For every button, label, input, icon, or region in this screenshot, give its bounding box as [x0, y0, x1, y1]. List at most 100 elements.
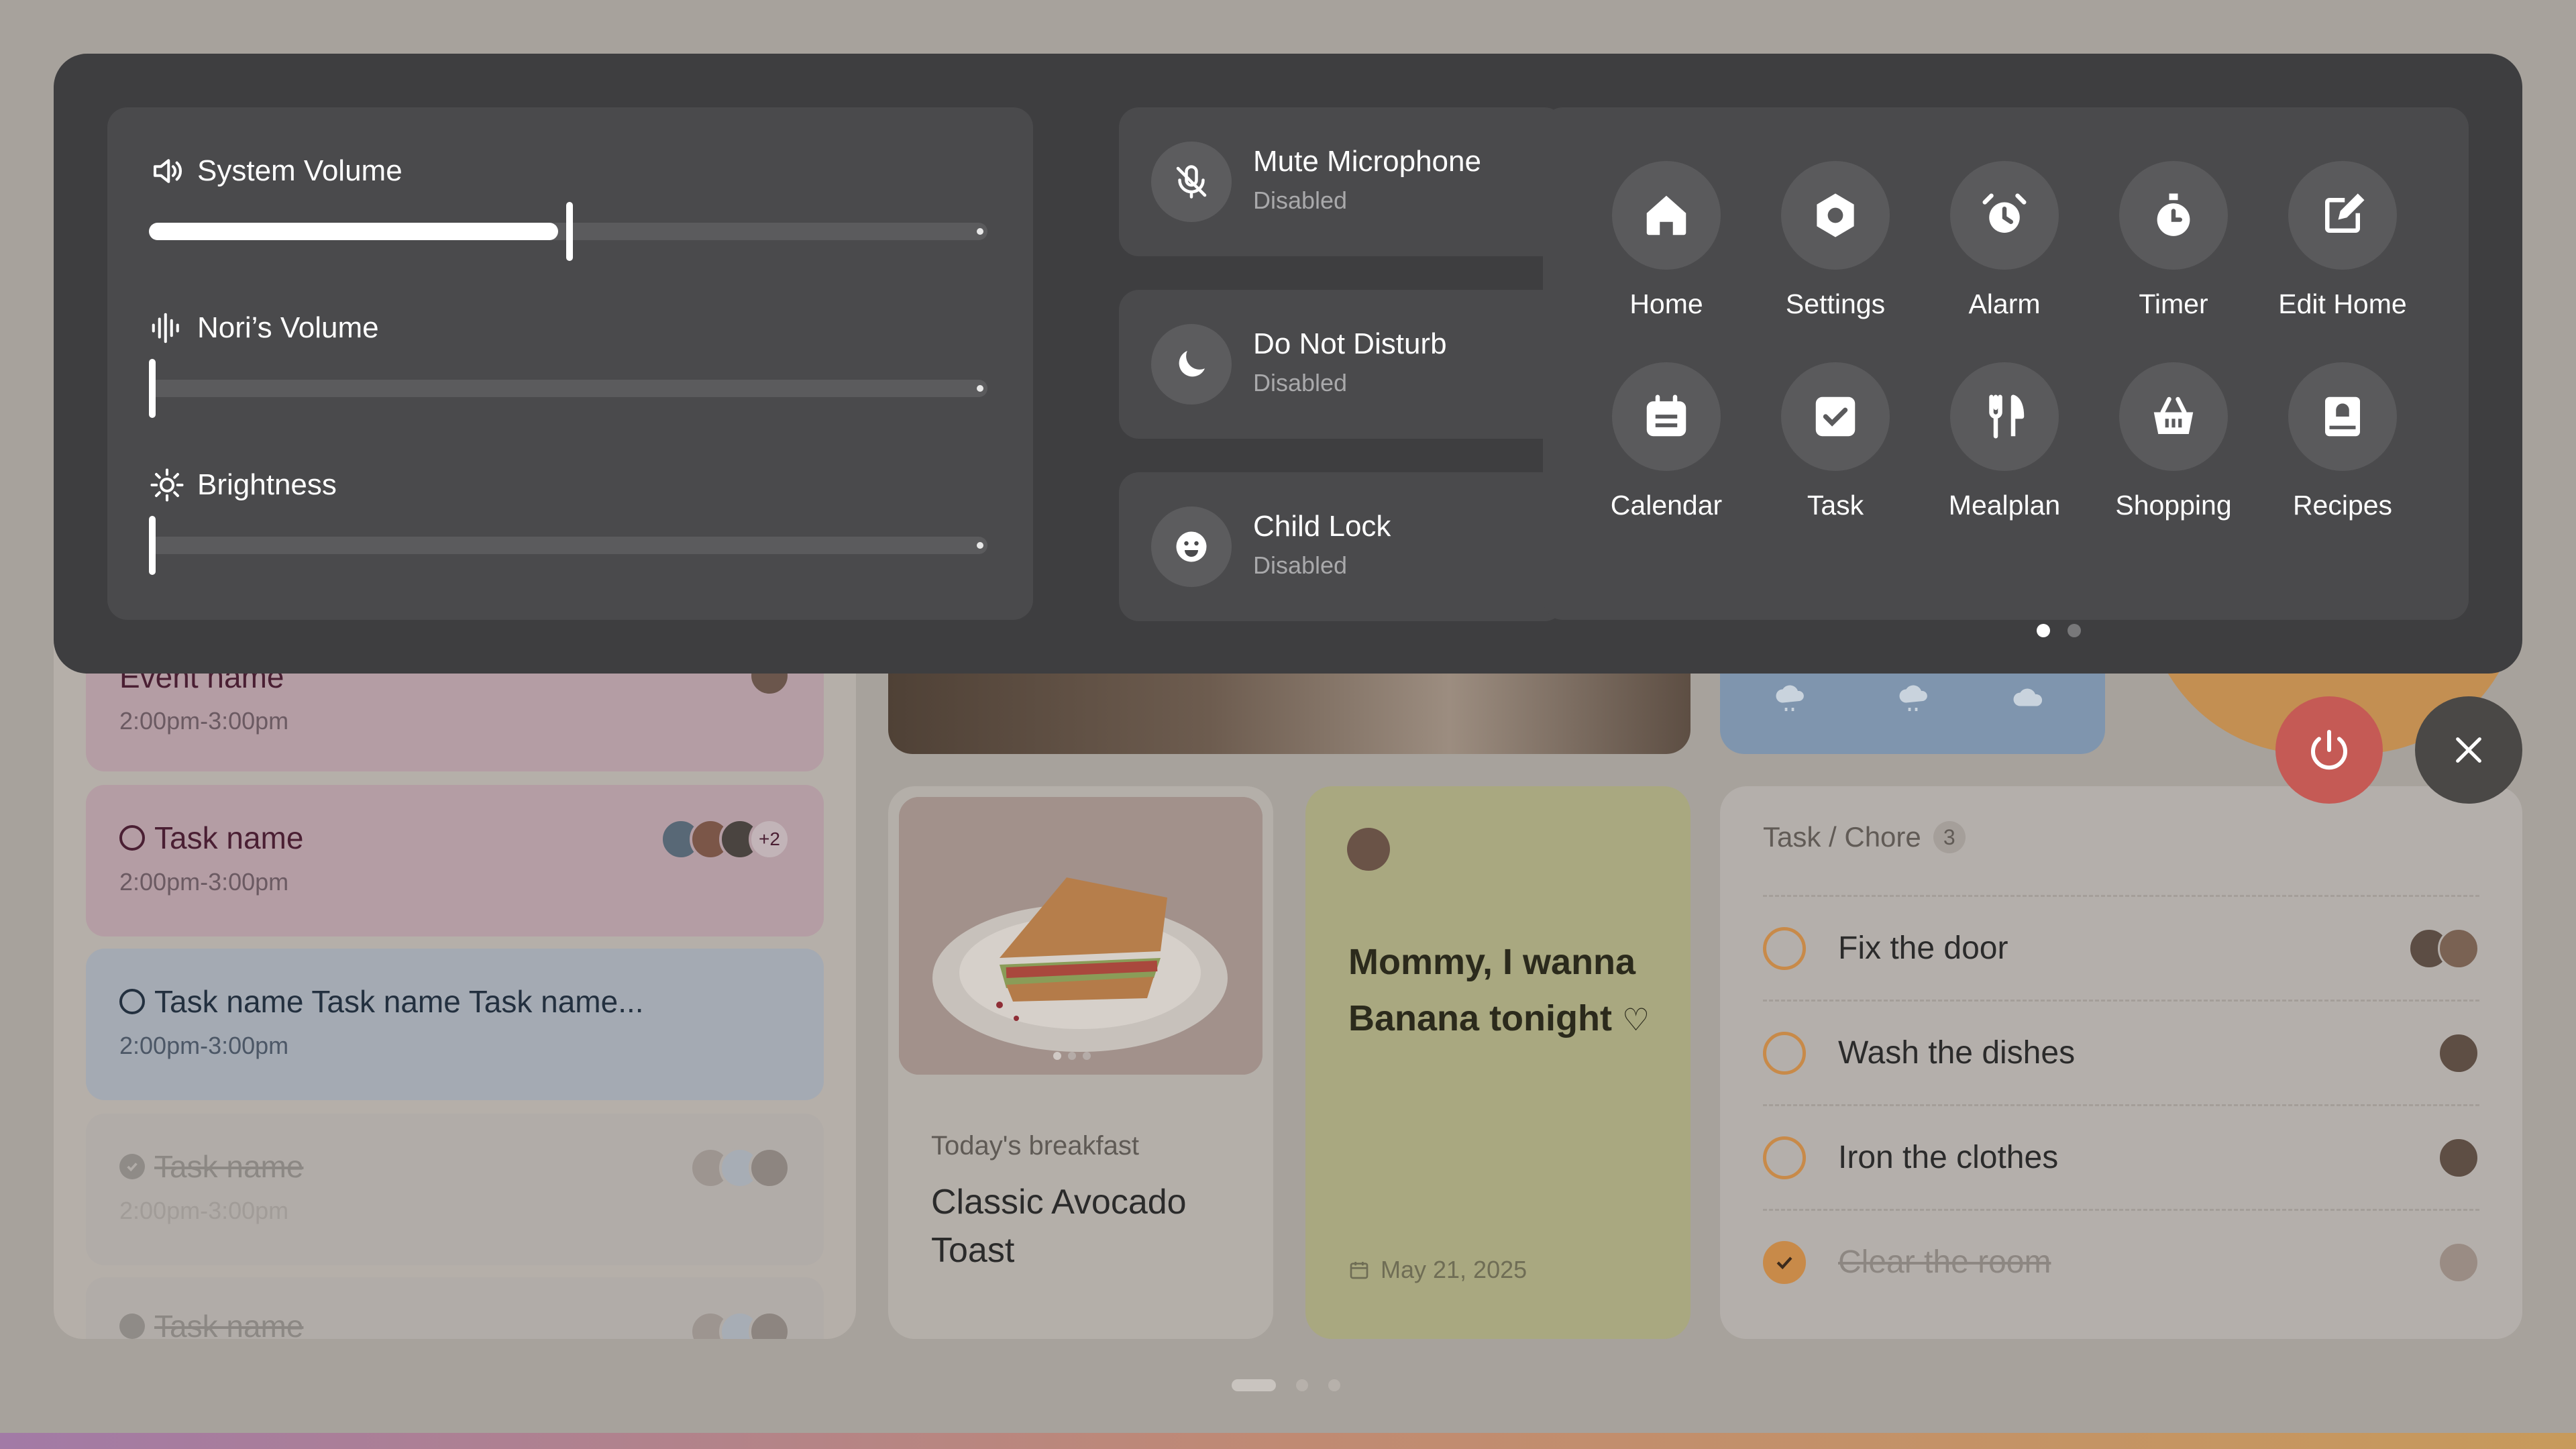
page-dot-active[interactable]	[2037, 624, 2050, 637]
system-volume-label: System Volume	[149, 153, 402, 189]
task-checkbox[interactable]	[1763, 1136, 1806, 1179]
schedule-task-done[interactable]: Task name 2:00pm-3:00pm	[86, 1114, 824, 1265]
app-home[interactable]: Home	[1582, 161, 1751, 320]
task-card-header: Task / Chore 3	[1763, 821, 1966, 853]
app-task[interactable]: Task	[1751, 362, 1920, 521]
breakfast-card[interactable]: Today's breakfast Classic Avocado Toast	[888, 786, 1273, 1339]
slider-end-dot	[977, 385, 983, 392]
schedule-task[interactable]: Task name 2:00pm-3:00pm +2	[86, 785, 824, 936]
rain-cloud-icon	[1776, 685, 1804, 711]
app-page-indicator	[2037, 624, 2081, 637]
task-row[interactable]: Wash the dishes	[1763, 1000, 2479, 1104]
toggle-status: Disabled	[1253, 186, 1348, 214]
slider-end-dot	[977, 542, 983, 549]
app-shopping[interactable]: Shopping	[2089, 362, 2258, 521]
heart-icon: ♡	[1622, 1002, 1650, 1037]
check-icon	[119, 1154, 145, 1179]
child-lock-toggle[interactable]: Child Lock Disabled	[1119, 472, 1564, 621]
power-button[interactable]	[2275, 696, 2383, 804]
toggle-status: Disabled	[1253, 369, 1348, 396]
task-checkbox-checked[interactable]	[1763, 1240, 1806, 1284]
avatar	[1347, 828, 1390, 871]
moon-icon	[1151, 324, 1232, 405]
slider-thumb[interactable]	[149, 359, 156, 418]
task-chore-card[interactable]: Task / Chore 3 Fix the door Wash the dis…	[1720, 786, 2522, 1339]
avatar	[2438, 927, 2479, 969]
app-calendar[interactable]: Calendar	[1582, 362, 1751, 521]
task-title: Task name	[154, 1309, 304, 1339]
page-dot-active[interactable]	[1232, 1379, 1276, 1391]
app-label: Alarm	[1968, 288, 2041, 319]
app-edit-home[interactable]: Edit Home	[2258, 161, 2427, 320]
control-center-panel: System Volume Nori’s Volume Brightness M…	[54, 54, 2522, 674]
breakfast-title: Classic Avocado Toast	[931, 1183, 1187, 1270]
page-dot[interactable]	[1296, 1379, 1308, 1391]
task-time: 2:00pm-3:00pm	[119, 1197, 289, 1224]
app-timer[interactable]: Timer	[2089, 161, 2258, 320]
mute-microphone-toggle[interactable]: Mute Microphone Disabled	[1119, 107, 1564, 256]
task-row[interactable]: Clear the room	[1763, 1209, 2479, 1313]
edit-icon	[2288, 161, 2397, 270]
page-dot[interactable]	[1328, 1379, 1340, 1391]
calendar-icon	[1612, 362, 1721, 471]
app-mealplan[interactable]: Mealplan	[1920, 362, 2089, 521]
brightness-label: Brightness	[149, 467, 337, 503]
app-settings[interactable]: Settings	[1751, 161, 1920, 320]
schedule-task[interactable]: Task name Task name Task name... 2:00pm-…	[86, 949, 824, 1100]
note-text: Mommy, I wanna Banana tonight ♡	[1348, 942, 1650, 1038]
schedule-task-done[interactable]: Task name	[86, 1277, 824, 1339]
avatar-overflow-badge: +2	[749, 818, 790, 860]
bottom-gradient-bar	[0, 1433, 2576, 1449]
child-face-icon	[1151, 506, 1232, 587]
slider-end-dot	[977, 228, 983, 235]
task-label: Clear the room	[1838, 1244, 2051, 1280]
note-card[interactable]: Mommy, I wanna Banana tonight ♡ May 21, …	[1305, 786, 1690, 1339]
slider-thumb[interactable]	[566, 202, 573, 261]
task-checkbox[interactable]	[1763, 1031, 1806, 1075]
avatar	[2438, 1241, 2479, 1283]
task-checkbox[interactable]	[1763, 926, 1806, 970]
note-date: May 21, 2025	[1381, 1256, 1527, 1283]
slider-fill	[149, 223, 558, 240]
check-icon	[119, 1313, 145, 1339]
timer-icon	[2119, 161, 2228, 270]
toggle-label: Child Lock	[1253, 510, 1391, 543]
mic-off-icon	[1151, 142, 1232, 222]
task-label: Wash the dishes	[1838, 1035, 2076, 1071]
sandwich-illustration	[899, 797, 1263, 1075]
settings-icon	[1781, 161, 1890, 270]
app-recipes[interactable]: Recipes	[2258, 362, 2427, 521]
page-dot[interactable]	[2068, 624, 2081, 637]
slider-thumb[interactable]	[149, 516, 156, 575]
check-icon	[1776, 1256, 1792, 1269]
breakfast-image	[899, 797, 1263, 1075]
do-not-disturb-toggle[interactable]: Do Not Disturb Disabled	[1119, 290, 1564, 439]
app-label: Task	[1807, 490, 1864, 521]
close-button[interactable]	[2415, 696, 2522, 804]
task-row[interactable]: Iron the clothes	[1763, 1104, 2479, 1209]
recipe-book-icon	[2288, 362, 2397, 471]
brightness-slider[interactable]	[149, 516, 987, 575]
calendar-small-icon	[1350, 1262, 1368, 1279]
avatar	[749, 1147, 790, 1189]
task-row[interactable]: Fix the door	[1763, 895, 2479, 1000]
app-label: Home	[1629, 288, 1703, 319]
avatar	[2438, 1032, 2479, 1074]
home-page-indicator	[1232, 1379, 1340, 1391]
breakfast-subtitle: Today's breakfast	[931, 1131, 1140, 1161]
sun-icon	[150, 468, 184, 502]
toggle-status: Disabled	[1253, 551, 1348, 579]
app-label: Timer	[2139, 288, 2208, 319]
app-alarm[interactable]: Alarm	[1920, 161, 2089, 320]
toggle-label: Mute Microphone	[1253, 145, 1481, 178]
noris-volume-slider[interactable]	[149, 359, 987, 418]
task-title: Task name Task name Task name...	[154, 984, 644, 1019]
task-circle-icon	[119, 989, 145, 1014]
basket-icon	[2119, 362, 2228, 471]
task-title: Task name	[154, 820, 304, 855]
toggle-label: Do Not Disturb	[1253, 327, 1447, 360]
system-volume-slider[interactable]	[149, 202, 987, 261]
soundwave-icon	[152, 313, 179, 343]
task-title: Task name	[154, 1149, 304, 1184]
task-card-title: Task / Chore	[1763, 821, 1921, 853]
